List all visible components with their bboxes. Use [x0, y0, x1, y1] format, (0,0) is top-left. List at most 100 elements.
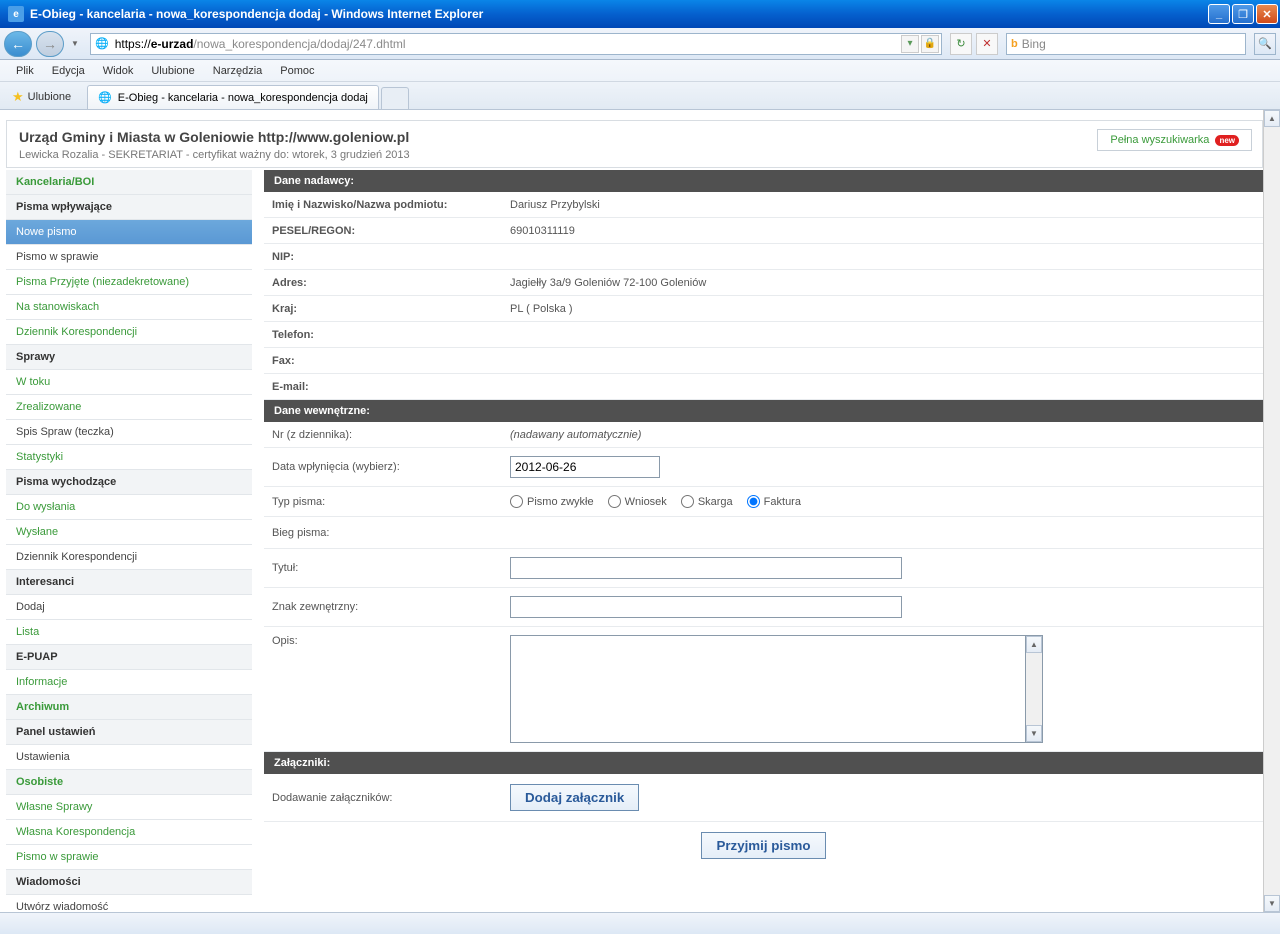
label-name: Imię i Nazwisko/Nazwa podmiotu: — [272, 199, 510, 211]
value-address: Jagiełły 3a/9 Goleniów 72-100 Goleniów — [510, 277, 1255, 289]
sidebar-item-2[interactable]: Nowe pismo — [6, 220, 252, 245]
ta-scroll-down-icon[interactable]: ▼ — [1026, 725, 1042, 742]
sidebar-item-5[interactable]: Na stanowiskach — [6, 295, 252, 320]
favorites-button[interactable]: ★ Ulubione — [4, 85, 79, 109]
star-icon: ★ — [12, 89, 24, 105]
sidebar-item-15[interactable]: Dziennik Korespondencji — [6, 545, 252, 570]
scroll-down-icon[interactable]: ▼ — [1264, 895, 1280, 912]
address-bar[interactable]: 🌐 https://e-urzad/nowa_korespondencja/do… — [90, 33, 942, 55]
radio-pismo-zwykle[interactable]: Pismo zwykłe — [510, 495, 594, 508]
new-badge: new — [1215, 135, 1239, 146]
sidebar-item-1: Pisma wpływające — [6, 195, 252, 220]
value-nr: (nadawany automatycznie) — [510, 429, 1255, 441]
sidebar-item-3[interactable]: Pismo w sprawie — [6, 245, 252, 270]
label-tytul: Tytuł: — [272, 562, 510, 574]
sidebar-item-24[interactable]: Osobiste — [6, 770, 252, 795]
sidebar: Kancelaria/BOIPisma wpływająceNowe pismo… — [6, 170, 252, 912]
browser-toolbar: ← → ▼ 🌐 https://e-urzad/nowa_koresponden… — [0, 28, 1280, 60]
radio-skarga[interactable]: Skarga — [681, 495, 733, 508]
label-nr: Nr (z dziennika): — [272, 429, 510, 441]
znak-input[interactable] — [510, 596, 902, 618]
section-internal: Dane wewnętrzne: — [264, 400, 1263, 422]
tytul-input[interactable] — [510, 557, 902, 579]
sidebar-item-9[interactable]: Zrealizowane — [6, 395, 252, 420]
sidebar-item-20[interactable]: Informacje — [6, 670, 252, 695]
label-address: Adres: — [272, 277, 510, 289]
scroll-up-icon[interactable]: ▲ — [1264, 110, 1280, 127]
sidebar-item-29[interactable]: Utwórz wiadomość — [6, 895, 252, 912]
sidebar-item-18[interactable]: Lista — [6, 620, 252, 645]
compat-view-icon[interactable]: ▾ — [901, 35, 919, 53]
menu-edycja[interactable]: Edycja — [44, 62, 93, 80]
sidebar-item-14[interactable]: Wysłane — [6, 520, 252, 545]
tab-bar: ★ Ulubione 🌐 E-Obieg - kancelaria - nowa… — [0, 82, 1280, 110]
textarea-scrollbar[interactable]: ▲ ▼ — [1026, 635, 1043, 743]
full-search-label: Pełna wyszukiwarka — [1110, 134, 1209, 146]
page-title: Urząd Gminy i Miasta w Goleniowie http:/… — [19, 129, 1250, 145]
label-type: Typ pisma: — [272, 496, 510, 508]
value-country: PL ( Polska ) — [510, 303, 1255, 315]
new-tab-button[interactable] — [381, 87, 409, 109]
maximize-button[interactable]: ❐ — [1232, 4, 1254, 24]
opis-textarea[interactable] — [510, 635, 1026, 743]
back-button[interactable]: ← — [4, 31, 32, 57]
menu-ulubione[interactable]: Ulubione — [143, 62, 202, 80]
sidebar-item-13[interactable]: Do wysłania — [6, 495, 252, 520]
label-nip: NIP: — [272, 251, 510, 263]
submit-button[interactable]: Przyjmij pismo — [701, 832, 825, 859]
label-opis: Opis: — [272, 635, 510, 647]
value-pesel: 69010311119 — [510, 225, 1255, 237]
sidebar-item-23[interactable]: Ustawienia — [6, 745, 252, 770]
status-bar — [0, 912, 1280, 934]
sidebar-item-11[interactable]: Statystyki — [6, 445, 252, 470]
sidebar-item-4[interactable]: Pisma Przyjęte (niezadekretowane) — [6, 270, 252, 295]
search-engine-text: Bing — [1022, 37, 1245, 51]
menu-narzedzia[interactable]: Narzędzia — [205, 62, 271, 80]
ie-icon: e — [8, 6, 24, 22]
label-fax: Fax: — [272, 355, 510, 367]
radio-wniosek[interactable]: Wniosek — [608, 495, 667, 508]
menu-pomoc[interactable]: Pomoc — [272, 62, 322, 80]
vertical-scrollbar[interactable]: ▲ ▼ — [1263, 110, 1280, 912]
search-button[interactable]: 🔍 — [1254, 33, 1276, 55]
ta-scroll-up-icon[interactable]: ▲ — [1026, 636, 1042, 653]
label-email: E-mail: — [272, 381, 510, 393]
url-text: https://e-urzad/nowa_korespondencja/doda… — [113, 37, 901, 51]
sidebar-item-6[interactable]: Dziennik Korespondencji — [6, 320, 252, 345]
favorites-label: Ulubione — [28, 91, 71, 103]
sidebar-item-22: Panel ustawień — [6, 720, 252, 745]
sidebar-item-10[interactable]: Spis Spraw (teczka) — [6, 420, 252, 445]
refresh-button[interactable]: ↻ — [950, 33, 972, 55]
section-attachments: Załączniki: — [264, 752, 1263, 774]
radio-faktura[interactable]: Faktura — [747, 495, 801, 508]
add-attachment-button[interactable]: Dodaj załącznik — [510, 784, 639, 811]
sidebar-item-19: E-PUAP — [6, 645, 252, 670]
sidebar-item-25[interactable]: Własne Sprawy — [6, 795, 252, 820]
date-input[interactable] — [510, 456, 660, 478]
close-button[interactable]: ✕ — [1256, 4, 1278, 24]
page-subtitle: Lewicka Rozalia - SEKRETARIAT - certyfik… — [19, 149, 1250, 161]
section-sender: Dane nadawcy: — [264, 170, 1263, 192]
label-pesel: PESEL/REGON: — [272, 225, 510, 237]
bing-icon: b — [1007, 38, 1022, 50]
sidebar-item-21[interactable]: Archiwum — [6, 695, 252, 720]
search-box[interactable]: b Bing — [1006, 33, 1246, 55]
sidebar-item-17[interactable]: Dodaj — [6, 595, 252, 620]
sidebar-item-27[interactable]: Pismo w sprawie — [6, 845, 252, 870]
menu-widok[interactable]: Widok — [95, 62, 142, 80]
site-icon: 🌐 — [91, 37, 113, 50]
sidebar-item-16: Interesanci — [6, 570, 252, 595]
nav-history-dropdown[interactable]: ▼ — [68, 32, 82, 56]
minimize-button[interactable]: _ — [1208, 4, 1230, 24]
label-bieg: Bieg pisma: — [272, 527, 510, 539]
sidebar-item-28: Wiadomości — [6, 870, 252, 895]
label-country: Kraj: — [272, 303, 510, 315]
stop-button[interactable]: ✕ — [976, 33, 998, 55]
sidebar-item-8[interactable]: W toku — [6, 370, 252, 395]
forward-button[interactable]: → — [36, 31, 64, 57]
sidebar-item-26[interactable]: Własna Korespondencja — [6, 820, 252, 845]
tab-active[interactable]: 🌐 E-Obieg - kancelaria - nowa_koresponde… — [87, 85, 379, 109]
full-search-button[interactable]: Pełna wyszukiwarka new — [1097, 129, 1252, 151]
menu-plik[interactable]: Plik — [8, 62, 42, 80]
sidebar-item-0[interactable]: Kancelaria/BOI — [6, 170, 252, 195]
